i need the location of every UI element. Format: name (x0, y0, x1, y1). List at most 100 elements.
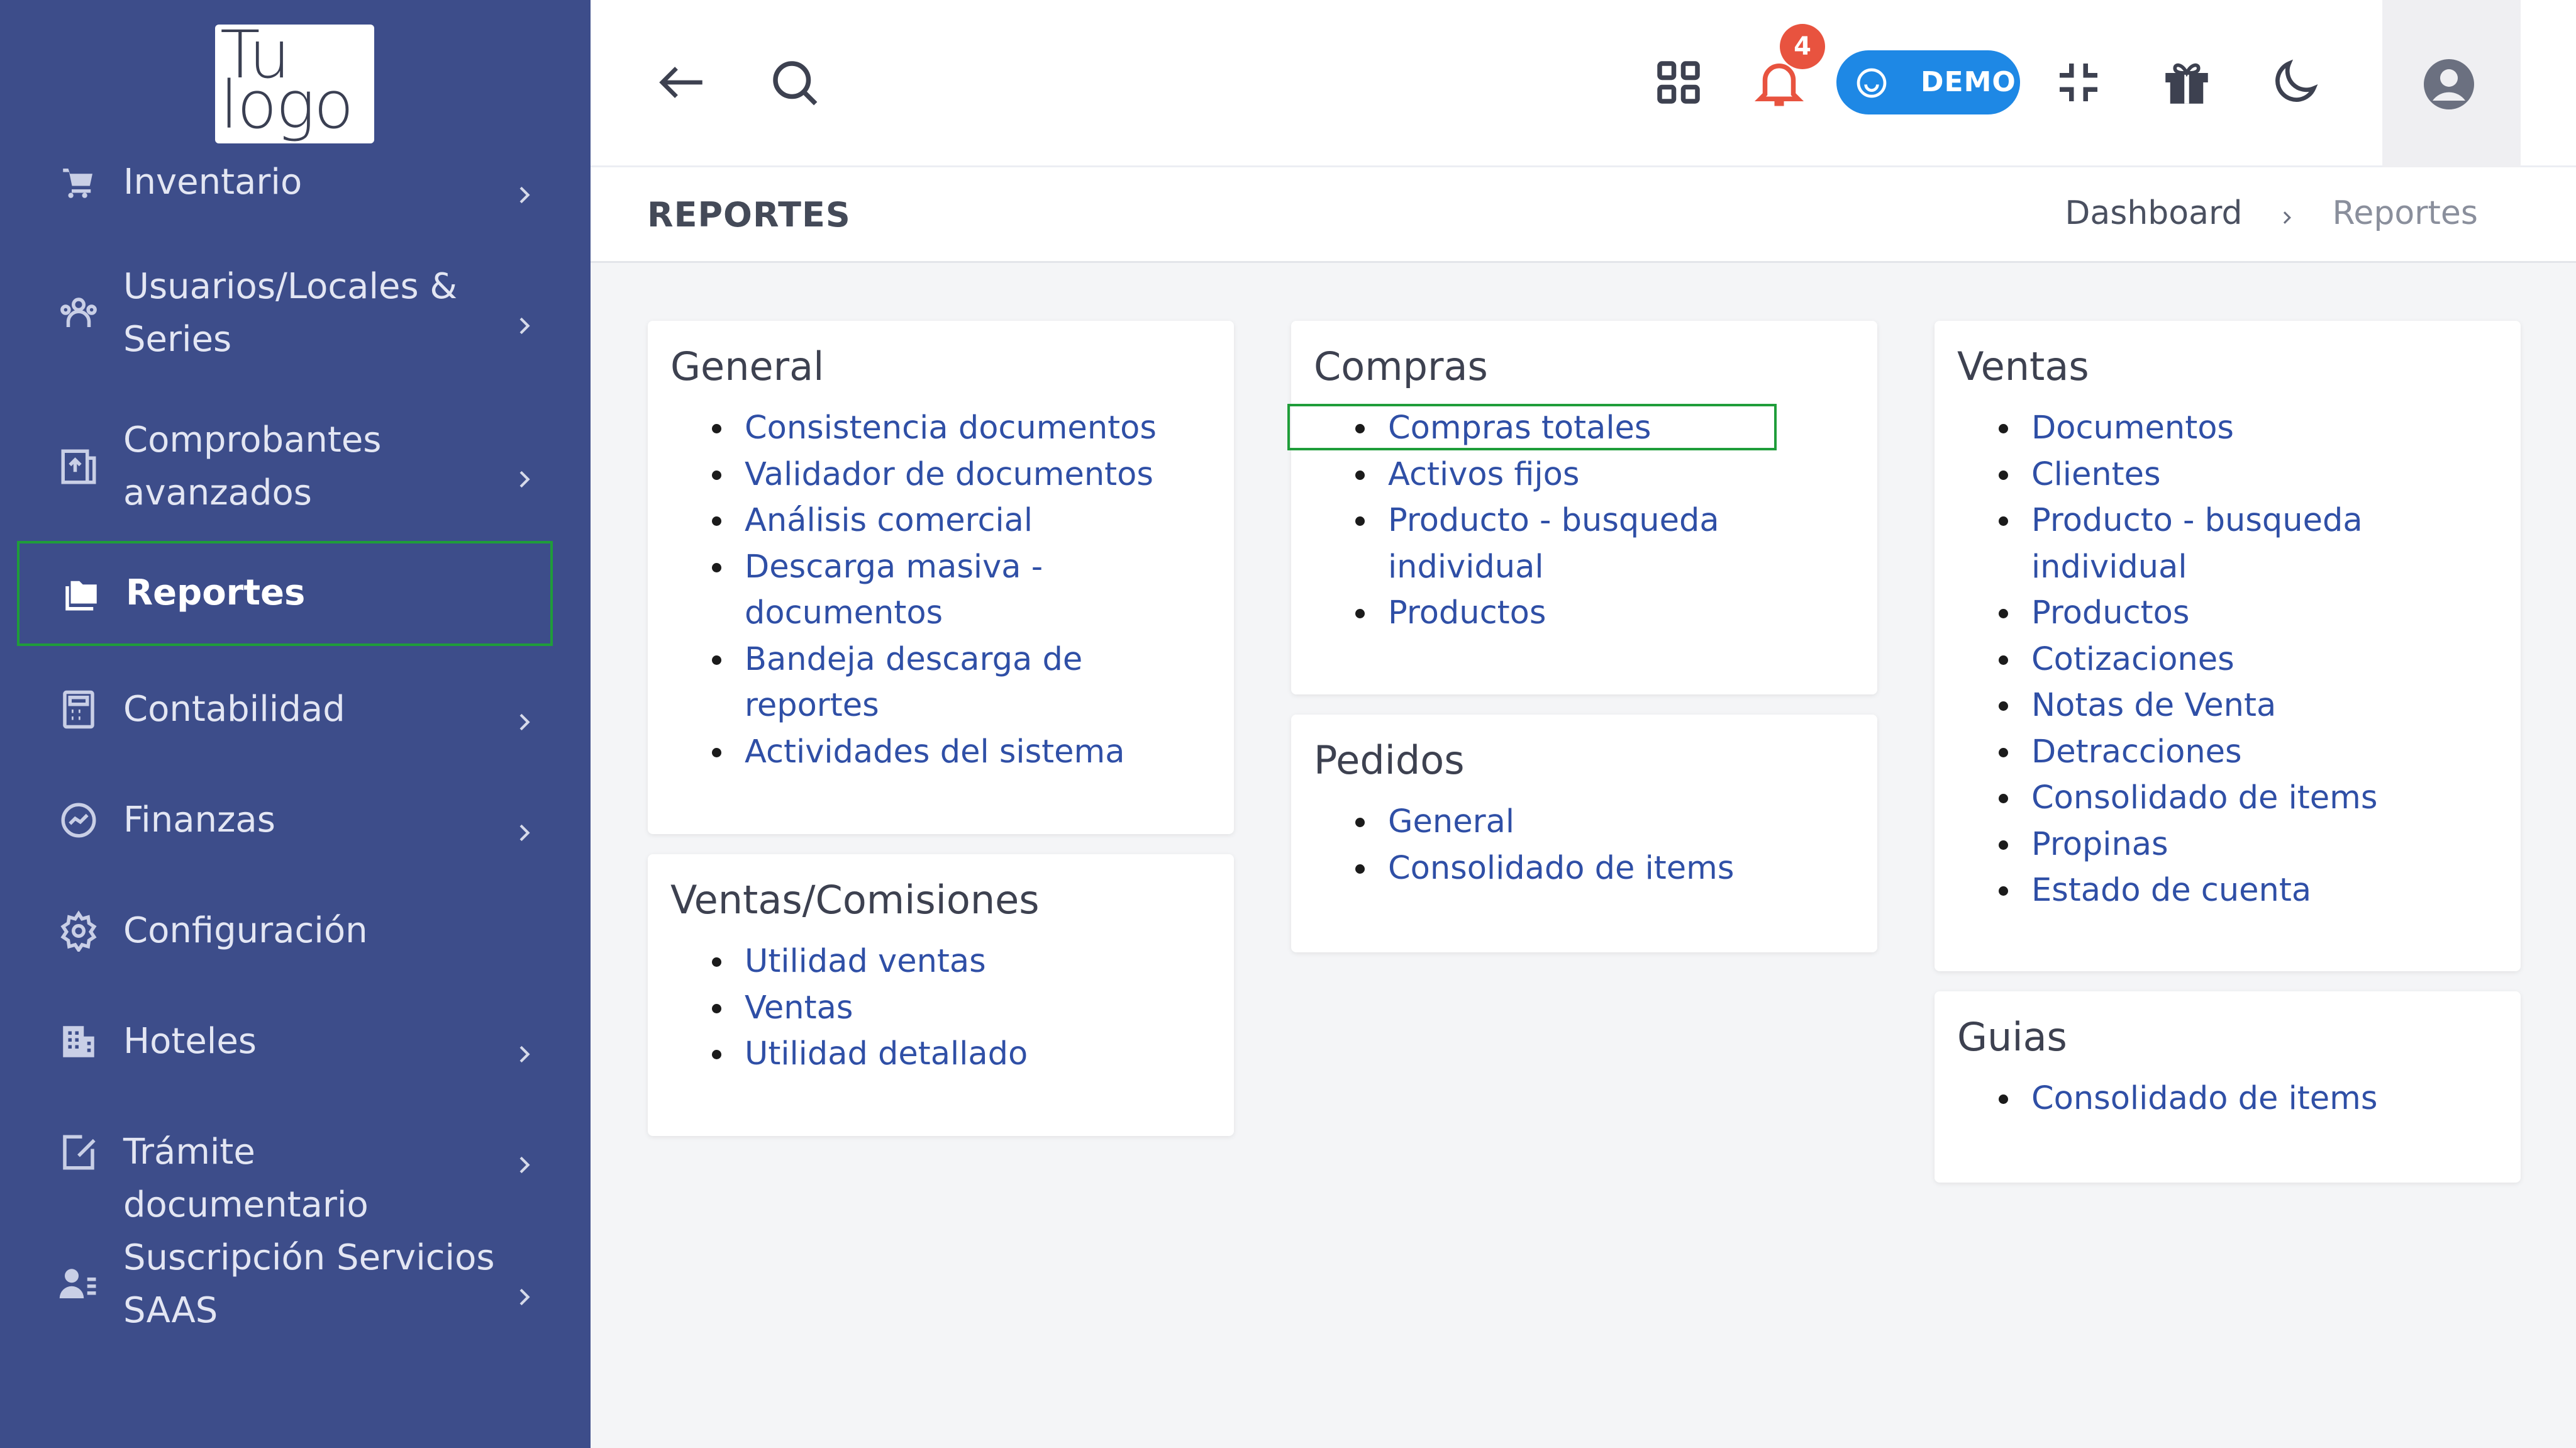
selection-highlight (1287, 404, 1777, 450)
card-title: General (670, 343, 824, 389)
gear-icon (58, 910, 99, 954)
apps-grid-icon[interactable] (1650, 54, 1707, 111)
report-link-list: Consolidado de items (1998, 1076, 2377, 1122)
report-link[interactable]: Actividades del sistema (712, 729, 1157, 776)
card-title: Compras (1314, 343, 1488, 389)
report-link[interactable]: Ventas (711, 985, 1028, 1032)
chevron-right-icon (2278, 201, 2297, 226)
logo[interactable]: Tu logo (215, 22, 374, 143)
report-link[interactable]: Activos fijos (1355, 452, 1740, 498)
demo-label: DEMO (1921, 66, 2016, 98)
back-arrow-icon[interactable] (653, 54, 709, 111)
report-link[interactable]: General (1355, 799, 1734, 845)
page-title: REPORTES (647, 195, 851, 235)
search-icon[interactable] (766, 54, 823, 111)
report-link[interactable]: Clientes (1999, 452, 2384, 498)
sidebar-item-usuarios[interactable]: Usuarios/Locales & Series (0, 260, 591, 366)
users-icon (58, 292, 99, 334)
smile-icon (1854, 65, 1889, 101)
chevron-right-icon (511, 1272, 536, 1306)
sidebar-item-inventario[interactable]: Inventario (0, 156, 591, 209)
sidebar-item-label: Comprobantes avanzados (123, 420, 382, 513)
logo-line-2: logo (220, 67, 354, 143)
card-title: Pedidos (1314, 737, 1465, 783)
calculator-icon (58, 689, 99, 730)
sidebar-item-suscripcion[interactable]: Suscripción Servicios SAAS (0, 1232, 591, 1337)
sidebar-item-label: Suscripción Servicios SAAS (123, 1237, 495, 1331)
card-pedidos: Pedidos General Consolidado de items (1291, 715, 1877, 952)
demo-button[interactable]: DEMO (1836, 50, 2020, 114)
sidebar-item-finanzas[interactable]: Finanzas (0, 794, 591, 847)
report-link[interactable]: Consistencia documentos (712, 405, 1157, 452)
gift-icon[interactable] (2158, 54, 2215, 111)
report-link[interactable]: Detracciones (1999, 729, 2384, 776)
folders-icon (60, 572, 102, 614)
report-link[interactable]: Consolidado de items (1998, 1076, 2377, 1122)
compress-icon[interactable] (2050, 54, 2107, 111)
report-link[interactable]: Productos (1999, 590, 2384, 637)
building-icon (58, 1021, 99, 1062)
breadcrumb-current: Reportes (2332, 194, 2478, 232)
sidebar-item-label: Usuarios/Locales & Series (123, 266, 458, 360)
report-link[interactable]: Descarga masiva - documentos (712, 544, 1097, 637)
report-link[interactable]: Productos (1355, 590, 1740, 637)
report-link[interactable]: Bandeja descarga de reportes (712, 637, 1097, 729)
edit-document-icon (58, 1132, 99, 1173)
moon-icon[interactable] (2267, 54, 2323, 111)
report-link[interactable]: Consolidado de items (1999, 775, 2384, 821)
sidebar-item-reportes[interactable]: Reportes (17, 541, 553, 646)
card-ventas: Ventas Documentos Clientes Producto - bu… (1935, 321, 2521, 971)
breadcrumb: Dashboard Reportes (2065, 192, 2478, 232)
report-link[interactable]: Documentos (1999, 405, 2384, 452)
document-upload-icon (58, 446, 99, 487)
report-link[interactable]: Utilidad ventas (711, 938, 1028, 985)
sidebar-item-label: Inventario (123, 162, 303, 203)
chevron-right-icon (511, 301, 536, 335)
chevron-right-icon (511, 808, 536, 842)
sidebar-item-tramite[interactable]: Trámite documentario (0, 1126, 591, 1225)
sidebar: Tu logo Inventario Usuarios/Locales & Se… (0, 0, 591, 1448)
report-link-list: Consistencia documentos Validador de doc… (712, 405, 1157, 776)
user-menu[interactable] (2382, 0, 2521, 167)
chevron-right-icon (511, 170, 536, 204)
sidebar-item-label: Finanzas (123, 799, 275, 840)
sidebar-item-label: Contabilidad (123, 689, 345, 730)
cart-icon (58, 162, 99, 203)
sidebar-item-hoteles[interactable]: Hoteles (0, 1015, 591, 1068)
page-header: REPORTES Dashboard Reportes (591, 167, 2576, 263)
user-list-icon (58, 1264, 99, 1305)
chart-circle-icon (58, 799, 99, 841)
report-link[interactable]: Propinas (1999, 821, 2384, 868)
sidebar-item-label: Hoteles (123, 1021, 257, 1062)
sidebar-item-label: Reportes (126, 572, 306, 613)
sidebar-item-comprobantes[interactable]: Comprobantes avanzados (0, 414, 591, 520)
card-title: Ventas (1957, 343, 2089, 389)
card-guias: Guias Consolidado de items (1935, 991, 2521, 1183)
report-link[interactable]: Cotizaciones (1999, 637, 2384, 683)
report-link-list: Documentos Clientes Producto - busqueda … (1999, 405, 2384, 914)
report-link[interactable]: Producto - busqueda individual (1999, 498, 2384, 590)
report-link[interactable]: Análisis comercial (712, 498, 1157, 544)
chevron-right-icon (511, 454, 536, 488)
sidebar-item-label: Configuración (123, 910, 368, 951)
sidebar-item-contabilidad[interactable]: Contabilidad (0, 683, 591, 736)
card-compras: Compras Compras totales Activos fijos Pr… (1291, 321, 1877, 694)
report-link[interactable]: Consolidado de items (1355, 845, 1734, 892)
breadcrumb-dashboard-link[interactable]: Dashboard (2065, 194, 2242, 232)
report-link[interactable]: Validador de documentos (712, 452, 1157, 498)
notification-badge: 4 (1780, 24, 1825, 69)
report-link[interactable]: Notas de Venta (1999, 682, 2384, 729)
card-title: Ventas/Comisiones (670, 877, 1040, 923)
chevron-right-icon (511, 1029, 536, 1063)
report-link-list: General Consolidado de items (1355, 799, 1734, 892)
user-avatar-icon (2424, 59, 2474, 109)
sidebar-item-label: Trámite documentario (123, 1132, 369, 1225)
report-link[interactable]: Producto - busqueda individual (1355, 498, 1740, 590)
sidebar-item-configuracion[interactable]: Configuración (0, 905, 591, 957)
card-ventas-comisiones: Ventas/Comisiones Utilidad ventas Ventas… (648, 854, 1234, 1136)
report-link[interactable]: Utilidad detallado (711, 1031, 1028, 1078)
report-link[interactable]: Estado de cuenta (1999, 867, 2384, 914)
chevron-right-icon (511, 697, 536, 731)
card-general: General Consistencia documentos Validado… (648, 321, 1234, 834)
chevron-right-icon (511, 1140, 536, 1174)
